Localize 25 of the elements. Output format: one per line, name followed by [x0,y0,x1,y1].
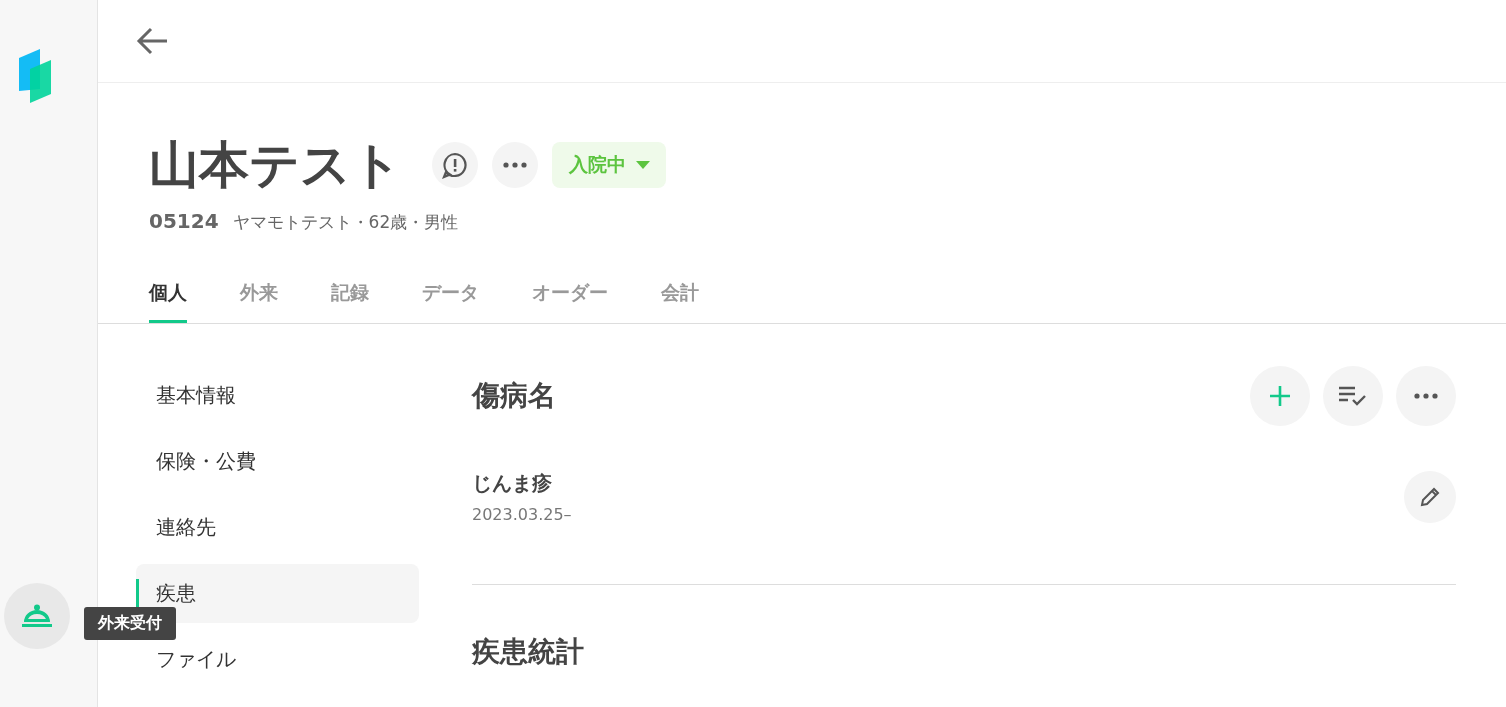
plus-icon [1269,385,1291,407]
caret-icon [636,161,650,169]
section-title: 傷病名 [472,378,556,414]
more-button[interactable] [492,142,538,188]
tab[interactable]: 個人 [149,272,187,323]
logo-icon [18,49,53,103]
alert-button[interactable] [432,142,478,188]
more-icon [503,162,527,168]
more-icon [1414,393,1438,399]
bell-icon [19,604,54,628]
diagnosis-date: 2023.03.25– [472,505,572,524]
edit-button[interactable] [1404,471,1456,523]
section-title: 疾患統計 [472,634,585,670]
nav-item[interactable]: 連絡先 [136,498,419,557]
diagnosis-name: じんま疹 [472,470,553,497]
patient-id: 05124 [149,209,219,233]
nav-item[interactable]: 基本情報 [136,366,419,425]
nav-item[interactable]: 保険・公費 [136,432,419,491]
back-button[interactable] [135,26,169,56]
alert-icon [441,151,469,179]
patient-details: ヤマモトテスト・62歳・男性 [232,211,459,234]
tooltip: 外来受付 [84,607,176,640]
patient-name: 山本テスト [149,135,402,195]
pencil-icon [1420,487,1440,507]
checklist-icon [1339,385,1367,407]
